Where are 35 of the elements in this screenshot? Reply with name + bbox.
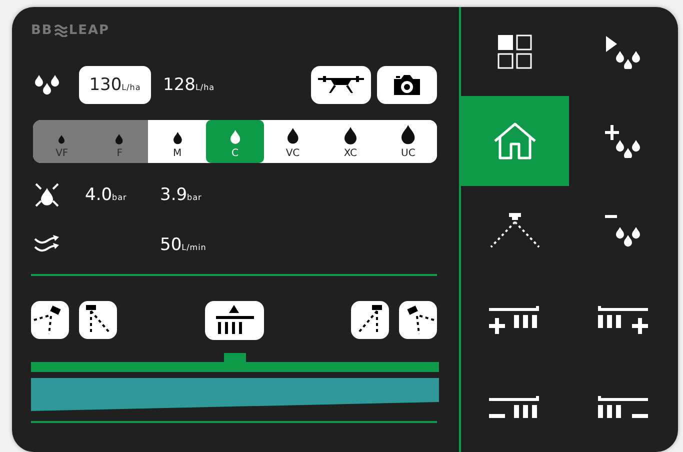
rate-field[interactable]: 130L/ha	[79, 66, 151, 104]
pressure-icon	[34, 182, 60, 208]
droplet-icon	[58, 135, 66, 145]
droplet-icon	[230, 130, 240, 145]
nozzle-button[interactable]	[79, 301, 117, 339]
play-drops-icon	[604, 34, 642, 68]
minus-drops-icon	[604, 214, 642, 248]
tilt-button[interactable]	[399, 301, 437, 339]
droplets-icon	[34, 74, 60, 96]
drone-icon	[317, 75, 365, 95]
droplet-icon	[115, 134, 124, 145]
nozzle-button[interactable]	[351, 301, 389, 339]
grid-icon	[497, 34, 533, 70]
droplet-size-option[interactable]: C	[206, 120, 264, 163]
boom-plus-icon	[598, 306, 650, 336]
droplet-icon	[344, 126, 357, 145]
plus-drops-icon	[604, 124, 642, 158]
logo-text: BB	[31, 24, 53, 36]
nozzle-spray-icon	[489, 213, 541, 249]
boom-plus-icon	[489, 306, 541, 336]
wave-icon	[54, 24, 68, 36]
drone-button[interactable]	[311, 66, 371, 104]
camera-icon	[393, 74, 421, 96]
flow-reading: 50L/min	[160, 235, 206, 255]
droplet-icon	[172, 132, 182, 145]
droplet-icon	[401, 124, 416, 145]
home-icon	[492, 121, 538, 161]
logo-text: LEAP	[68, 24, 110, 36]
pressure-setpoint: 4.0bar	[85, 185, 128, 205]
tilt-button[interactable]	[31, 301, 69, 339]
boom-center-button[interactable]	[204, 300, 264, 340]
pressure-reading: 3.9bar	[160, 185, 202, 205]
droplet-icon	[286, 128, 299, 145]
camera-button[interactable]	[377, 66, 437, 104]
rate-reading: 128L/ha	[163, 75, 215, 95]
